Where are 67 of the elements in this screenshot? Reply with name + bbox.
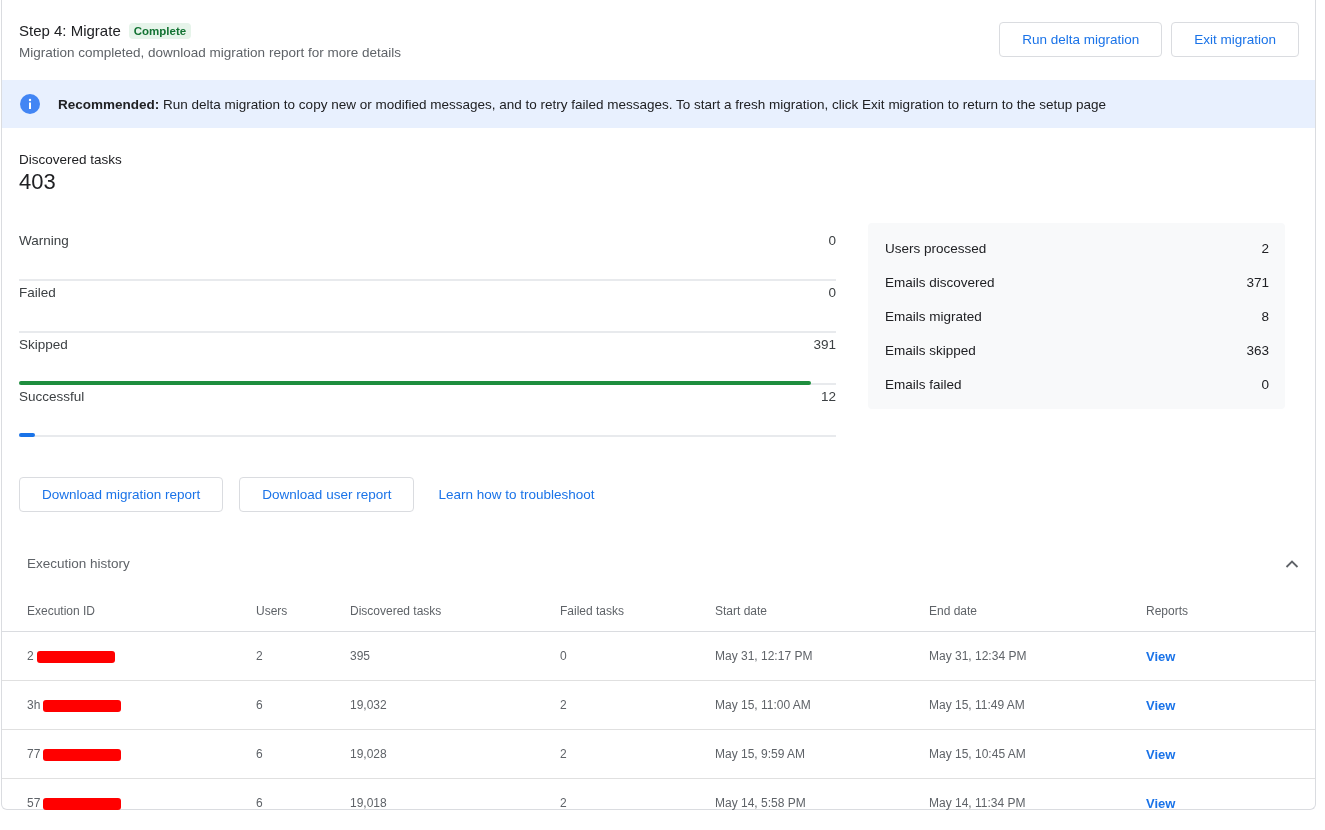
table-cell: 0 <box>560 649 567 663</box>
progress-label: Failed <box>19 285 56 302</box>
column-header: Execution ID <box>27 604 96 618</box>
view-link[interactable]: View <box>1146 795 1176 811</box>
execution-id: 2 <box>27 649 34 663</box>
execution-id: 77 <box>27 747 41 761</box>
table-cell: 19,032 <box>350 698 387 712</box>
summary-value: 2 <box>1261 240 1269 256</box>
download-button[interactable]: Download user report <box>239 477 415 512</box>
table-cell: May 15, 11:49 AM <box>929 698 1025 712</box>
table-cell: 6 <box>256 796 263 810</box>
execution-id: 3h <box>27 698 41 712</box>
banner-message: Recommended: Run delta migration to copy new or modified messages, and to retry failed messages. To start a fresh migration, click Exit migration to return to the setup page <box>58 96 1106 112</box>
page-title: Step 4: Migrate <box>19 22 121 39</box>
column-header: Discovered tasks <box>350 604 442 618</box>
summary-value: 0 <box>1261 376 1269 392</box>
column-header: Reports <box>1146 604 1189 618</box>
page-subtitle: Migration completed, download migration report for more details <box>19 45 401 60</box>
progress-count: 0 <box>828 233 836 250</box>
column-header: Failed tasks <box>560 604 625 618</box>
table-cell: May 15, 10:45 AM <box>929 747 1026 761</box>
summary-value: 8 <box>1261 308 1269 324</box>
table-cell: May 14, 5:58 PM <box>715 796 806 810</box>
column-header: Users <box>256 604 288 618</box>
summary-label: Emails migrated <box>885 308 982 324</box>
chevron-icon[interactable] <box>1285 558 1299 569</box>
info-icon <box>20 94 40 114</box>
progress-label: Skipped <box>19 337 68 354</box>
table-cell: May 31, 12:34 PM <box>929 649 1027 663</box>
summary-label: Emails discovered <box>885 274 995 290</box>
summary-value: 371 <box>1246 274 1269 290</box>
table-cell: 6 <box>256 698 263 712</box>
view-link[interactable]: View <box>1146 746 1176 762</box>
table-cell: 2 <box>256 649 263 663</box>
summary-value: 363 <box>1246 342 1269 358</box>
table-cell: May 15, 11:00 AM <box>715 698 811 712</box>
column-header: Start date <box>715 604 768 618</box>
view-link[interactable]: View <box>1146 697 1176 713</box>
progress-count: 12 <box>820 389 836 406</box>
table-cell: 19,028 <box>350 747 387 761</box>
table-cell: May 15, 9:59 AM <box>715 747 806 761</box>
summary-label: Users processed <box>885 240 987 256</box>
table-cell: May 31, 12:17 PM <box>715 649 813 663</box>
header-button[interactable]: Exit migration <box>1171 22 1299 57</box>
table-cell: 2 <box>560 698 567 712</box>
execution-id: 57 <box>27 796 41 810</box>
discovered-label: Discovered tasks <box>19 152 123 167</box>
progress-count: 0 <box>828 285 836 302</box>
view-link[interactable]: View <box>1146 648 1176 664</box>
summary-label: Emails failed <box>885 376 962 392</box>
discovered-count: 403 <box>19 169 57 195</box>
summary-label: Emails skipped <box>885 342 976 358</box>
progress-label: Successful <box>19 389 85 406</box>
table-cell: 19,018 <box>350 796 387 810</box>
status-chip: Complete <box>128 22 192 39</box>
table-cell: 395 <box>350 649 371 663</box>
section-title: Execution history <box>27 556 130 571</box>
progress-count: 391 <box>813 337 836 354</box>
column-header: End date <box>929 604 978 618</box>
download-button[interactable]: Download migration report <box>19 477 224 512</box>
table-cell: May 14, 11:34 PM <box>929 796 1026 810</box>
troubleshoot-link[interactable]: Learn how to troubleshoot <box>438 487 595 502</box>
table-cell: 6 <box>256 747 263 761</box>
progress-label: Warning <box>19 233 69 250</box>
table-cell: 2 <box>560 796 567 810</box>
table-cell: 2 <box>560 747 567 761</box>
header-button[interactable]: Run delta migration <box>999 22 1163 57</box>
